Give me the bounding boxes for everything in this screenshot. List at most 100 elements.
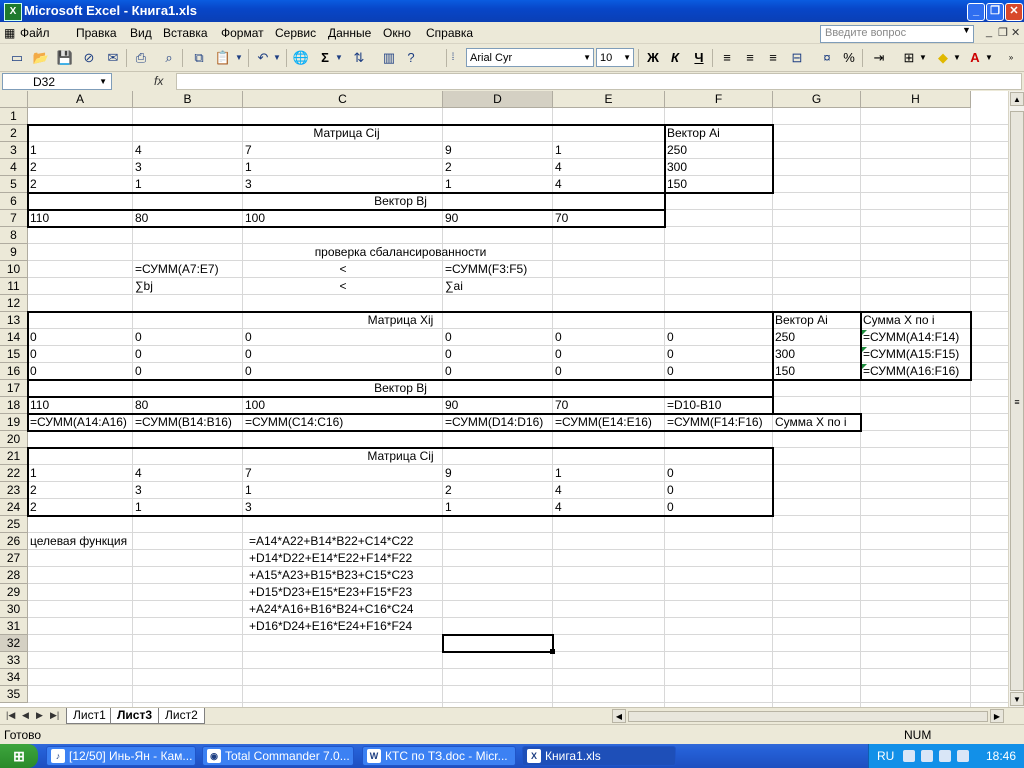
cell-c7[interactable]: 100 [243, 210, 443, 227]
cell-a18[interactable]: 110 [28, 397, 133, 414]
task-total-commander[interactable]: ◉ Total Commander 7.0... [202, 746, 354, 766]
cell-e22[interactable]: 1 [553, 465, 665, 482]
scroll-left-button[interactable]: ◀ [612, 709, 626, 723]
minimize-button[interactable]: _ [967, 3, 985, 21]
cell-d5[interactable]: 1 [443, 176, 553, 193]
cell-c26[interactable]: =A14*A22+B14*B22+C14*C22 [247, 533, 447, 550]
row-header[interactable]: 9 [0, 244, 28, 261]
cell-c30[interactable]: +A24*A16+B16*B24+C16*C24 [247, 601, 447, 618]
table-title[interactable]: Матрица Cij [28, 125, 665, 142]
borders-icon[interactable]: ⊞ [900, 49, 918, 67]
vertical-scroll-thumb[interactable]: ≡ [1010, 111, 1024, 691]
first-sheet-button[interactable]: |◀ [6, 710, 15, 721]
column-header-c[interactable]: C [243, 91, 443, 108]
row-header[interactable]: 14 [0, 329, 28, 346]
cell-c5[interactable]: 3 [243, 176, 443, 193]
next-sheet-button[interactable]: ▶ [36, 710, 43, 721]
cell-d10[interactable]: =СУММ(F3:F5) [443, 261, 553, 278]
cell-a26[interactable]: целевая функция [28, 533, 243, 550]
cell-g15[interactable]: 300 [773, 346, 861, 363]
doc-close-button[interactable]: ✕ [1011, 26, 1020, 39]
sheet-tab-list1[interactable]: Лист1 [66, 708, 113, 724]
cell-a4[interactable]: 2 [28, 159, 133, 176]
cell-g14[interactable]: 250 [773, 329, 861, 346]
fill-color-dropdown-icon[interactable]: ▼ [952, 49, 962, 67]
cell-f5[interactable]: 150 [665, 176, 773, 193]
cell-g16[interactable]: 150 [773, 363, 861, 380]
task-winamp[interactable]: ♪ [12/50] Инь-Ян - Кам... [46, 746, 196, 766]
font-name-combo[interactable]: Arial Cyr ▼ [466, 48, 594, 67]
merge-center-icon[interactable]: ⊟ [788, 49, 806, 67]
row-header[interactable]: 34 [0, 669, 28, 686]
table-title[interactable]: Матрица Xij [28, 312, 773, 329]
start-button[interactable]: ⊞ [0, 744, 38, 768]
prev-sheet-button[interactable]: ◀ [22, 710, 29, 721]
cell-f23[interactable]: 0 [665, 482, 773, 499]
cell-a24[interactable]: 2 [28, 499, 133, 516]
cell-b3[interactable]: 4 [133, 142, 243, 159]
cell-f22[interactable]: 0 [665, 465, 773, 482]
cell-d11[interactable]: ∑ai [443, 278, 553, 295]
cell-h15[interactable]: =СУММ(A15:F15) [861, 346, 971, 363]
cell-g19[interactable]: Сумма Х по i [773, 414, 861, 431]
cell-c24[interactable]: 3 [243, 499, 443, 516]
bold-button[interactable]: Ж [644, 49, 662, 67]
question-dropdown-icon[interactable]: ▼ [962, 25, 971, 35]
fill-handle[interactable] [550, 649, 555, 654]
new-document-icon[interactable]: ▭ [8, 49, 26, 67]
cell-d18[interactable]: 90 [443, 397, 553, 414]
cell-a14[interactable]: 0 [28, 329, 133, 346]
app-menu-icon[interactable]: ▦ [4, 26, 15, 40]
table-title[interactable]: Вектор Bj [28, 380, 773, 397]
cell-f19[interactable]: =СУММ(F14:F16) [665, 414, 773, 431]
cell-c16[interactable]: 0 [243, 363, 443, 380]
percent-button[interactable]: % [840, 49, 858, 67]
row-header[interactable]: 16 [0, 363, 28, 380]
cell-f2[interactable]: Вектор Ai [665, 125, 773, 142]
italic-button[interactable]: К [666, 49, 684, 67]
scroll-up-button[interactable]: ▲ [1010, 92, 1024, 106]
cell-c28[interactable]: +A15*A23+B15*B23+C15*C23 [247, 567, 447, 584]
row-header[interactable]: 31 [0, 618, 28, 635]
cell-d7[interactable]: 90 [443, 210, 553, 227]
cell-h13[interactable]: Сумма Х по i [861, 312, 971, 329]
cell-a15[interactable]: 0 [28, 346, 133, 363]
align-center-icon[interactable]: ≡ [741, 49, 759, 67]
formula-input[interactable] [176, 73, 1022, 90]
cell-e15[interactable]: 0 [553, 346, 665, 363]
cell-b18[interactable]: 80 [133, 397, 243, 414]
cell-c14[interactable]: 0 [243, 329, 443, 346]
row-header[interactable]: 4 [0, 159, 28, 176]
cell-c10[interactable]: < [243, 261, 443, 278]
cell-a19[interactable]: =СУММ(A14:A16) [28, 414, 133, 431]
cell-a7[interactable]: 110 [28, 210, 133, 227]
cell-b5[interactable]: 1 [133, 176, 243, 193]
menu-insert[interactable]: Вставка [163, 26, 208, 40]
menu-file[interactable]: Файл [20, 26, 50, 40]
font-size-dropdown-icon[interactable]: ▼ [623, 49, 631, 67]
vertical-scrollbar[interactable]: ▲ ≡ ▼ [1008, 91, 1024, 707]
row-header[interactable]: 30 [0, 601, 28, 618]
cell-b10[interactable]: =СУММ(A7:E7) [133, 261, 243, 278]
excel-app-icon[interactable]: X [4, 3, 22, 21]
cell-c27[interactable]: +D14*D22+E14*E22+F14*F22 [247, 550, 447, 567]
cell-c23[interactable]: 1 [243, 482, 443, 499]
table-title[interactable]: Вектор Bj [28, 193, 773, 210]
row-header[interactable]: 33 [0, 652, 28, 669]
cell-a3[interactable]: 1 [28, 142, 133, 159]
doc-minimize-button[interactable]: _ [986, 26, 992, 38]
row-header[interactable]: 18 [0, 397, 28, 414]
name-box-dropdown-icon[interactable]: ▼ [99, 74, 107, 90]
sort-ascending-icon[interactable]: ⇅ [350, 49, 368, 67]
cell-d23[interactable]: 2 [443, 482, 553, 499]
cell-f15[interactable]: 0 [665, 346, 773, 363]
row-header[interactable]: 32 [0, 635, 28, 652]
last-sheet-button[interactable]: ▶| [50, 710, 59, 721]
cell-e5[interactable]: 4 [553, 176, 665, 193]
row-header[interactable]: 20 [0, 431, 28, 448]
cell-e23[interactable]: 4 [553, 482, 665, 499]
menu-help[interactable]: Справка [426, 26, 473, 40]
row-header[interactable]: 3 [0, 142, 28, 159]
scroll-down-button[interactable]: ▼ [1010, 692, 1024, 706]
row-header[interactable]: 11 [0, 278, 28, 295]
